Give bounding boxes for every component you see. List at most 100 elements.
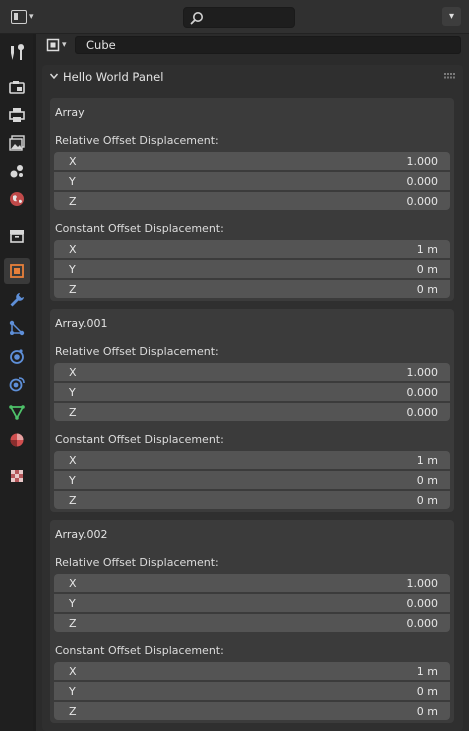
modifier-tab[interactable]	[4, 287, 30, 313]
properties-editor-icon	[11, 10, 27, 24]
field-value: 0 m	[416, 704, 438, 718]
relative-offset-vector: X 1.000 Y 0.000 Z 0.000	[54, 363, 450, 421]
constraints-tab[interactable]	[4, 371, 30, 397]
field-value: 0.000	[406, 405, 439, 419]
field-value: 0 m	[416, 262, 438, 276]
field-value: 1 m	[416, 453, 438, 467]
field-value: 0.000	[406, 616, 439, 630]
constant-offset-z-field[interactable]: Z 0 m	[54, 280, 450, 298]
particles-tab[interactable]	[4, 315, 30, 341]
object-cube-icon	[46, 38, 60, 52]
tool-tab[interactable]	[4, 40, 30, 66]
constant-offset-label: Constant Offset Displacement:	[55, 644, 224, 657]
relative-offset-y-field[interactable]: Y 0.000	[54, 383, 450, 401]
render-tab[interactable]	[4, 74, 30, 100]
modifier-box-array-001: Array.001 Relative Offset Displacement: …	[50, 309, 454, 512]
field-value: 0 m	[416, 493, 438, 507]
axis-label: Y	[69, 596, 76, 610]
texture-tab[interactable]	[4, 463, 30, 489]
image-icon	[9, 135, 25, 151]
axis-label: Y	[69, 174, 76, 188]
modifier-name: Array	[55, 106, 85, 119]
relative-offset-x-field[interactable]: X 1.000	[54, 363, 450, 381]
modifier-name: Array.002	[55, 528, 108, 541]
field-value: 0.000	[406, 596, 439, 610]
field-value: 0 m	[416, 473, 438, 487]
output-tab[interactable]	[4, 102, 30, 128]
object-selector-row: ▾ Cube	[43, 36, 461, 56]
field-value: 0.000	[406, 385, 439, 399]
tool-icon	[11, 44, 24, 60]
modifier-box-array: Array Relative Offset Displacement: X 1.0…	[50, 98, 454, 301]
constant-offset-y-field[interactable]: Y 0 m	[54, 260, 450, 278]
axis-label: Z	[69, 194, 77, 208]
axis-label: X	[69, 242, 77, 256]
relative-offset-y-field[interactable]: Y 0.000	[54, 172, 450, 190]
options-dropdown-button[interactable]: ▾	[442, 7, 461, 26]
constant-offset-vector: X 1 m Y 0 m Z 0 m	[54, 240, 450, 298]
object-type-button[interactable]: ▾	[43, 36, 76, 54]
relative-offset-x-field[interactable]: X 1.000	[54, 152, 450, 170]
physics-tab[interactable]	[4, 343, 30, 369]
particles-icon	[9, 320, 25, 336]
constant-offset-x-field[interactable]: X 1 m	[54, 662, 450, 680]
material-tab[interactable]	[4, 427, 30, 453]
axis-label: Z	[69, 405, 77, 419]
chevron-down-icon: ▾	[29, 11, 34, 22]
world-tab[interactable]	[4, 186, 30, 212]
axis-label: X	[69, 576, 77, 590]
material-sphere-icon	[10, 433, 24, 447]
field-value: 1.000	[406, 365, 439, 379]
axis-label: X	[69, 365, 77, 379]
field-value: 0.000	[406, 174, 439, 188]
field-value: 0 m	[416, 684, 438, 698]
axis-label: Y	[69, 473, 76, 487]
constant-offset-vector: X 1 m Y 0 m Z 0 m	[54, 451, 450, 509]
constant-offset-x-field[interactable]: X 1 m	[54, 240, 450, 258]
view-layer-tab[interactable]	[4, 130, 30, 156]
relative-offset-y-field[interactable]: Y 0.000	[54, 594, 450, 612]
object-name-field[interactable]: Cube	[75, 36, 461, 54]
constant-offset-y-field[interactable]: Y 0 m	[54, 682, 450, 700]
collection-box-icon	[10, 230, 24, 243]
constant-offset-y-field[interactable]: Y 0 m	[54, 471, 450, 489]
field-value: 1 m	[416, 242, 438, 256]
relative-offset-z-field[interactable]: Z 0.000	[54, 614, 450, 632]
field-value: 1.000	[406, 576, 439, 590]
relative-offset-x-field[interactable]: X 1.000	[54, 574, 450, 592]
relative-offset-z-field[interactable]: Z 0.000	[54, 403, 450, 421]
scene-icon	[10, 165, 23, 178]
object-cube-icon	[10, 264, 24, 278]
field-value: 1 m	[416, 664, 438, 678]
panel-header[interactable]: Hello World Panel	[42, 65, 463, 89]
axis-label: Z	[69, 704, 77, 718]
axis-label: Y	[69, 684, 76, 698]
properties-tabs	[0, 34, 33, 731]
constant-offset-z-field[interactable]: Z 0 m	[54, 702, 450, 720]
constant-offset-z-field[interactable]: Z 0 m	[54, 491, 450, 509]
constant-offset-x-field[interactable]: X 1 m	[54, 451, 450, 469]
search-field[interactable]	[183, 7, 295, 28]
properties-header: ▾ ▾	[0, 0, 469, 34]
field-value: 0.000	[406, 194, 439, 208]
scene-tab[interactable]	[4, 158, 30, 184]
data-tab[interactable]	[4, 399, 30, 425]
modifier-name: Array.001	[55, 317, 108, 330]
chevron-down-icon: ▾	[448, 11, 455, 22]
relative-offset-z-field[interactable]: Z 0.000	[54, 192, 450, 210]
axis-label: X	[69, 453, 77, 467]
field-value: 0 m	[416, 282, 438, 296]
object-tab[interactable]	[4, 258, 30, 284]
relative-offset-vector: X 1.000 Y 0.000 Z 0.000	[54, 152, 450, 210]
drag-grip-icon[interactable]	[444, 73, 456, 79]
axis-label: Z	[69, 282, 77, 296]
printer-icon	[9, 108, 25, 122]
chevron-down-icon: ▾	[62, 39, 67, 50]
collection-tab[interactable]	[4, 223, 30, 249]
properties-content: ▾ Cube Hello World Panel Array Relative …	[36, 34, 469, 731]
texture-checker-icon	[11, 470, 23, 482]
mesh-triangle-icon	[9, 405, 25, 420]
chevron-down-icon	[49, 73, 59, 80]
relative-offset-vector: X 1.000 Y 0.000 Z 0.000	[54, 574, 450, 632]
editor-type-button[interactable]: ▾	[7, 7, 49, 27]
